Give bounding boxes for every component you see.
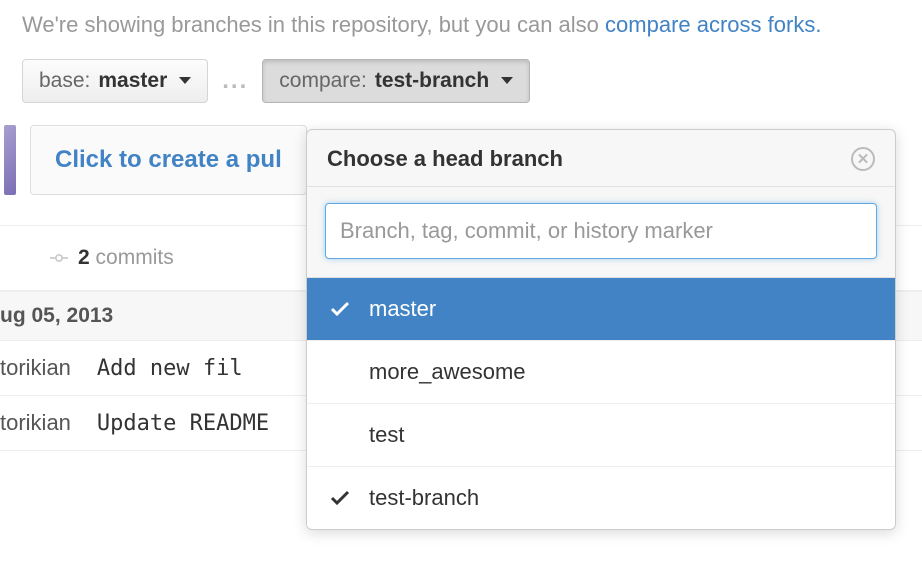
popover-header: Choose a head branch ✕ xyxy=(307,130,895,187)
caret-down-icon xyxy=(501,77,513,84)
branch-item-test[interactable]: test xyxy=(307,404,895,467)
branch-item-more-awesome[interactable]: more_awesome xyxy=(307,341,895,404)
branch-item-label: test xyxy=(369,422,404,448)
commit-author: torikian xyxy=(0,410,71,436)
branch-item-label: master xyxy=(369,296,436,322)
branch-selector-row: base: master ... compare: test-branch xyxy=(0,41,922,125)
close-icon[interactable]: ✕ xyxy=(851,147,875,171)
check-icon xyxy=(329,301,351,317)
commit-icon xyxy=(50,249,68,267)
commit-count: 2 xyxy=(78,246,90,269)
branch-list: master more_awesome test test-branch xyxy=(307,278,895,529)
range-separator: ... xyxy=(222,67,248,95)
compare-forks-link[interactable]: compare across forks. xyxy=(605,12,821,37)
branch-item-label: more_awesome xyxy=(369,359,526,385)
commit-count-label: commits xyxy=(96,246,174,269)
branch-search-input[interactable] xyxy=(325,203,877,259)
banner-text: We're showing branches in this repositor… xyxy=(22,12,605,37)
base-value: master xyxy=(98,69,167,93)
check-icon xyxy=(329,490,351,506)
compare-branch-button[interactable]: compare: test-branch xyxy=(262,59,530,103)
compare-value: test-branch xyxy=(375,69,489,93)
branch-item-label: test-branch xyxy=(369,485,479,511)
avatar xyxy=(4,125,16,195)
commit-message: Add new fil xyxy=(97,356,243,381)
commit-message: Update README xyxy=(97,411,269,436)
branch-search-wrap xyxy=(307,187,895,278)
create-pull-request-button[interactable]: Click to create a pul xyxy=(30,125,307,195)
base-label: base: xyxy=(39,69,90,93)
caret-down-icon xyxy=(179,77,191,84)
branch-select-popover: Choose a head branch ✕ master more_aweso… xyxy=(306,129,896,530)
compare-label: compare: xyxy=(279,69,367,93)
base-branch-button[interactable]: base: master xyxy=(22,59,208,103)
info-banner: We're showing branches in this repositor… xyxy=(0,0,922,41)
branch-item-master[interactable]: master xyxy=(307,278,895,341)
popover-title: Choose a head branch xyxy=(327,146,563,172)
commit-author: torikian xyxy=(0,355,71,381)
branch-item-test-branch[interactable]: test-branch xyxy=(307,467,895,529)
